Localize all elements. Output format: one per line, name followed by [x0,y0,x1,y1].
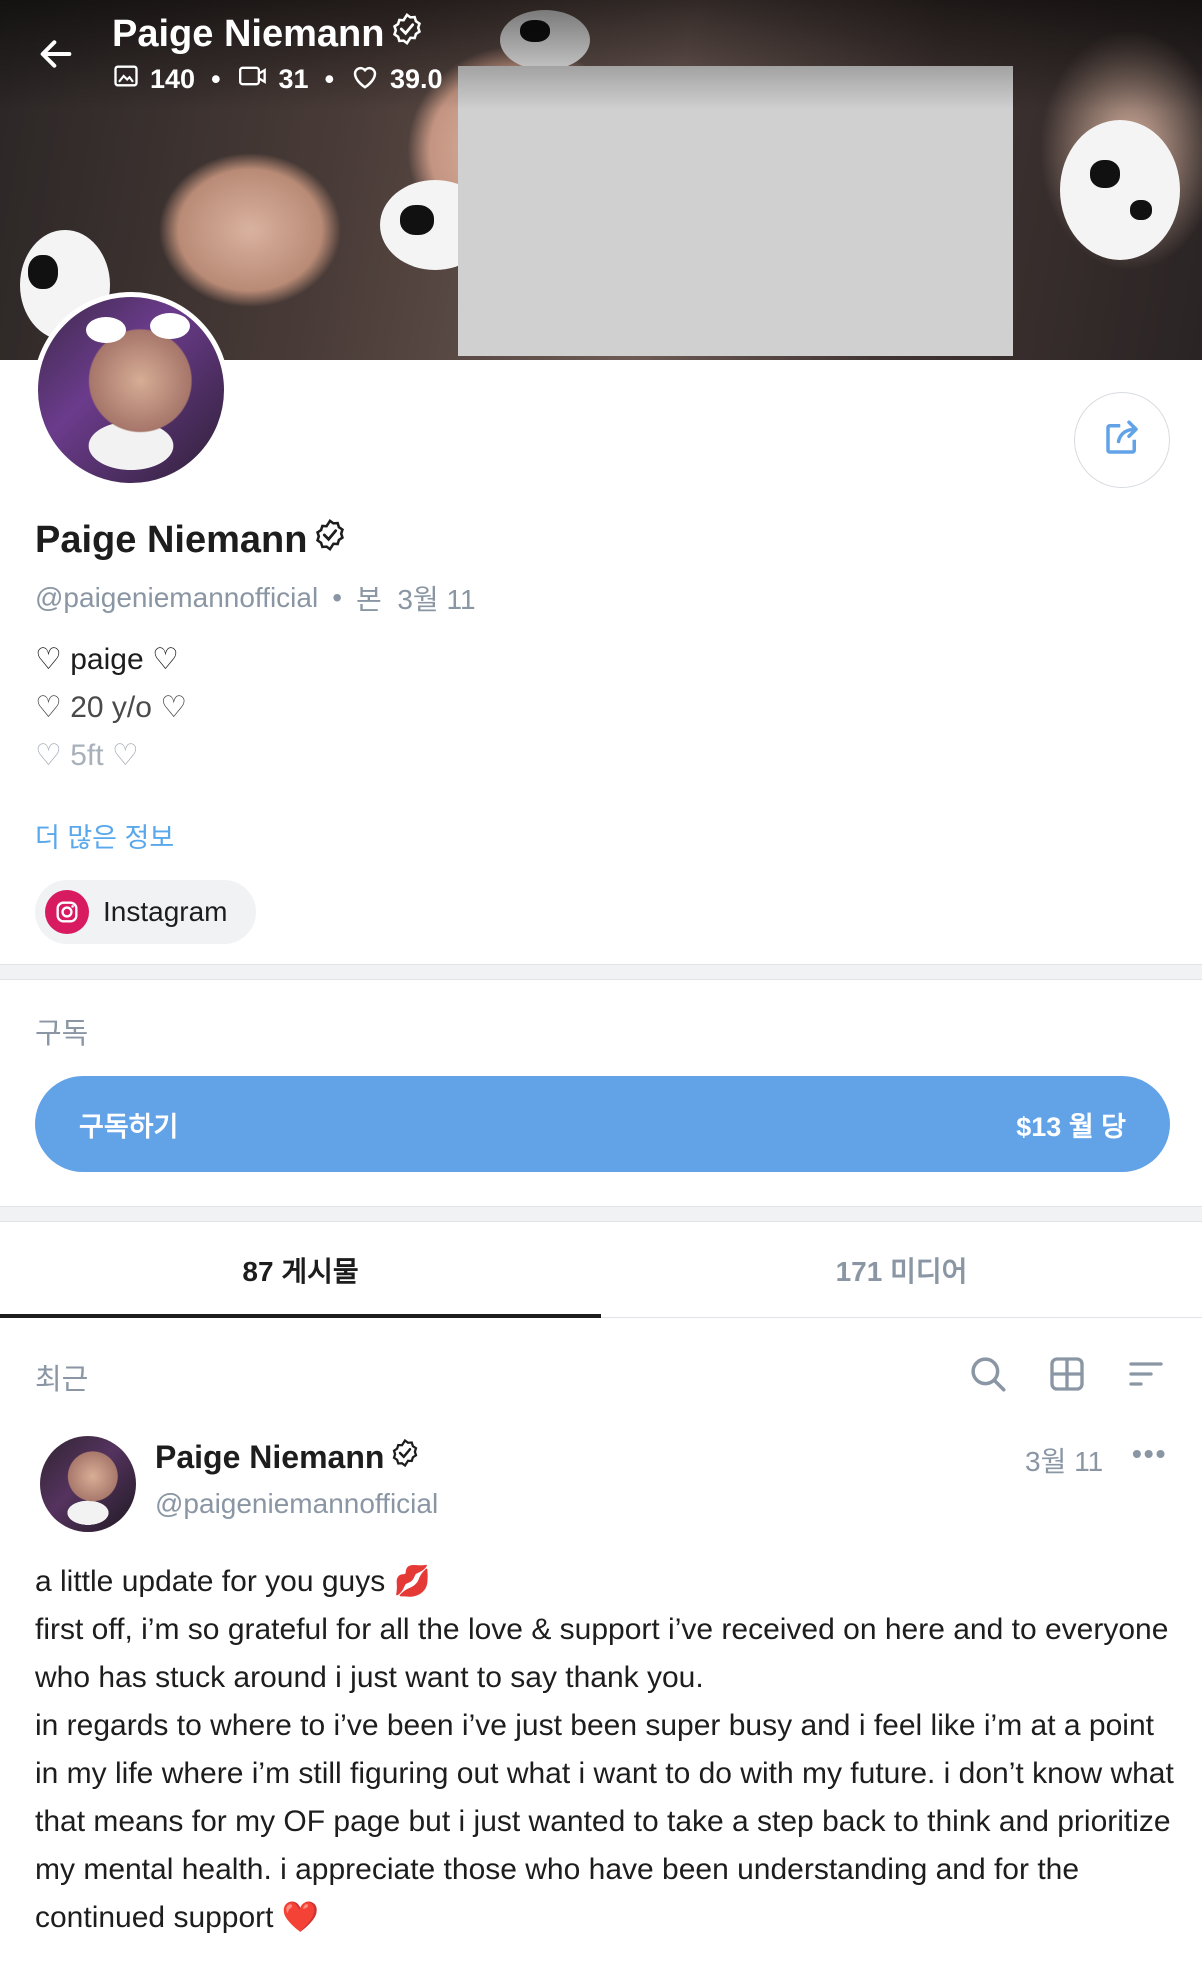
profile-name-text: Paige Niemann [35,518,308,561]
header-title: Paige Niemann [112,12,424,56]
bio-line: ♡ 20 y/o ♡ [35,691,188,724]
verified-icon [390,1438,420,1476]
header-stats: 140 • 31 • 39.0 [112,62,443,97]
post-line: in regards to where to i’ve been i’ve ju… [35,1709,1174,1934]
subscription-label: 구독 [35,1018,89,1050]
video-icon [237,62,269,97]
subscribe-label: 구독하기 [79,1111,179,1142]
post-author-name[interactable]: Paige Niemann [155,1438,420,1476]
instagram-label: Instagram [103,896,228,927]
verified-icon [313,518,347,562]
instagram-link[interactable]: Instagram [35,880,256,944]
header-name: Paige Niemann [112,12,385,55]
bio-line: ♡ 5ft ♡ [35,739,139,772]
tab-media[interactable]: 171 미디어 [601,1250,1202,1290]
instagram-icon [45,890,89,934]
more-options-icon[interactable]: ••• [1132,1438,1167,1470]
back-arrow-icon[interactable] [36,34,76,74]
sort-label[interactable]: 최근 [35,1356,88,1398]
subscribe-price: $13 월 당 [1016,1111,1126,1142]
profile-avatar[interactable] [33,292,229,488]
heart-icon [350,62,380,97]
image-icon [112,62,140,97]
like-count: 39.0 [390,64,443,94]
post-author-handle[interactable]: @paigeniemannofficial [155,1488,438,1520]
grid-view-icon[interactable] [1043,1350,1091,1398]
more-info-link[interactable]: 더 많은 정보 [35,816,174,855]
active-tab-indicator [0,1314,601,1318]
profile-handle-row: @paigeniemannofficial • 본 3월 11 [35,578,476,618]
post-line: first off, i’m so grateful for all the l… [35,1613,1169,1694]
profile-name: Paige Niemann [35,518,347,562]
search-icon[interactable] [964,1350,1012,1398]
post-author-avatar[interactable] [40,1436,136,1532]
sort-icon[interactable] [1122,1350,1170,1398]
verified-icon [390,12,424,56]
bio-line: ♡ paige ♡ [35,643,179,676]
section-divider [0,1206,1202,1222]
photo-count: 140 [150,64,196,94]
share-button[interactable] [1074,392,1170,488]
post-line: a little update for you guys 💋 [35,1565,431,1598]
post-author-name-text: Paige Niemann [155,1438,385,1475]
profile-handle[interactable]: @paigeniemannofficial [35,582,318,614]
post-text: a little update for you guys 💋 first off… [35,1558,1175,1942]
post-date: 3월 11 [1025,1446,1104,1477]
subscribe-button[interactable]: 구독하기 $13 월 당 [35,1076,1170,1172]
tab-posts[interactable]: 87 게시물 [0,1250,601,1290]
section-divider [0,964,1202,980]
last-seen: 본 3월 11 [356,584,476,615]
share-icon [1101,417,1143,464]
video-count: 31 [278,64,309,94]
